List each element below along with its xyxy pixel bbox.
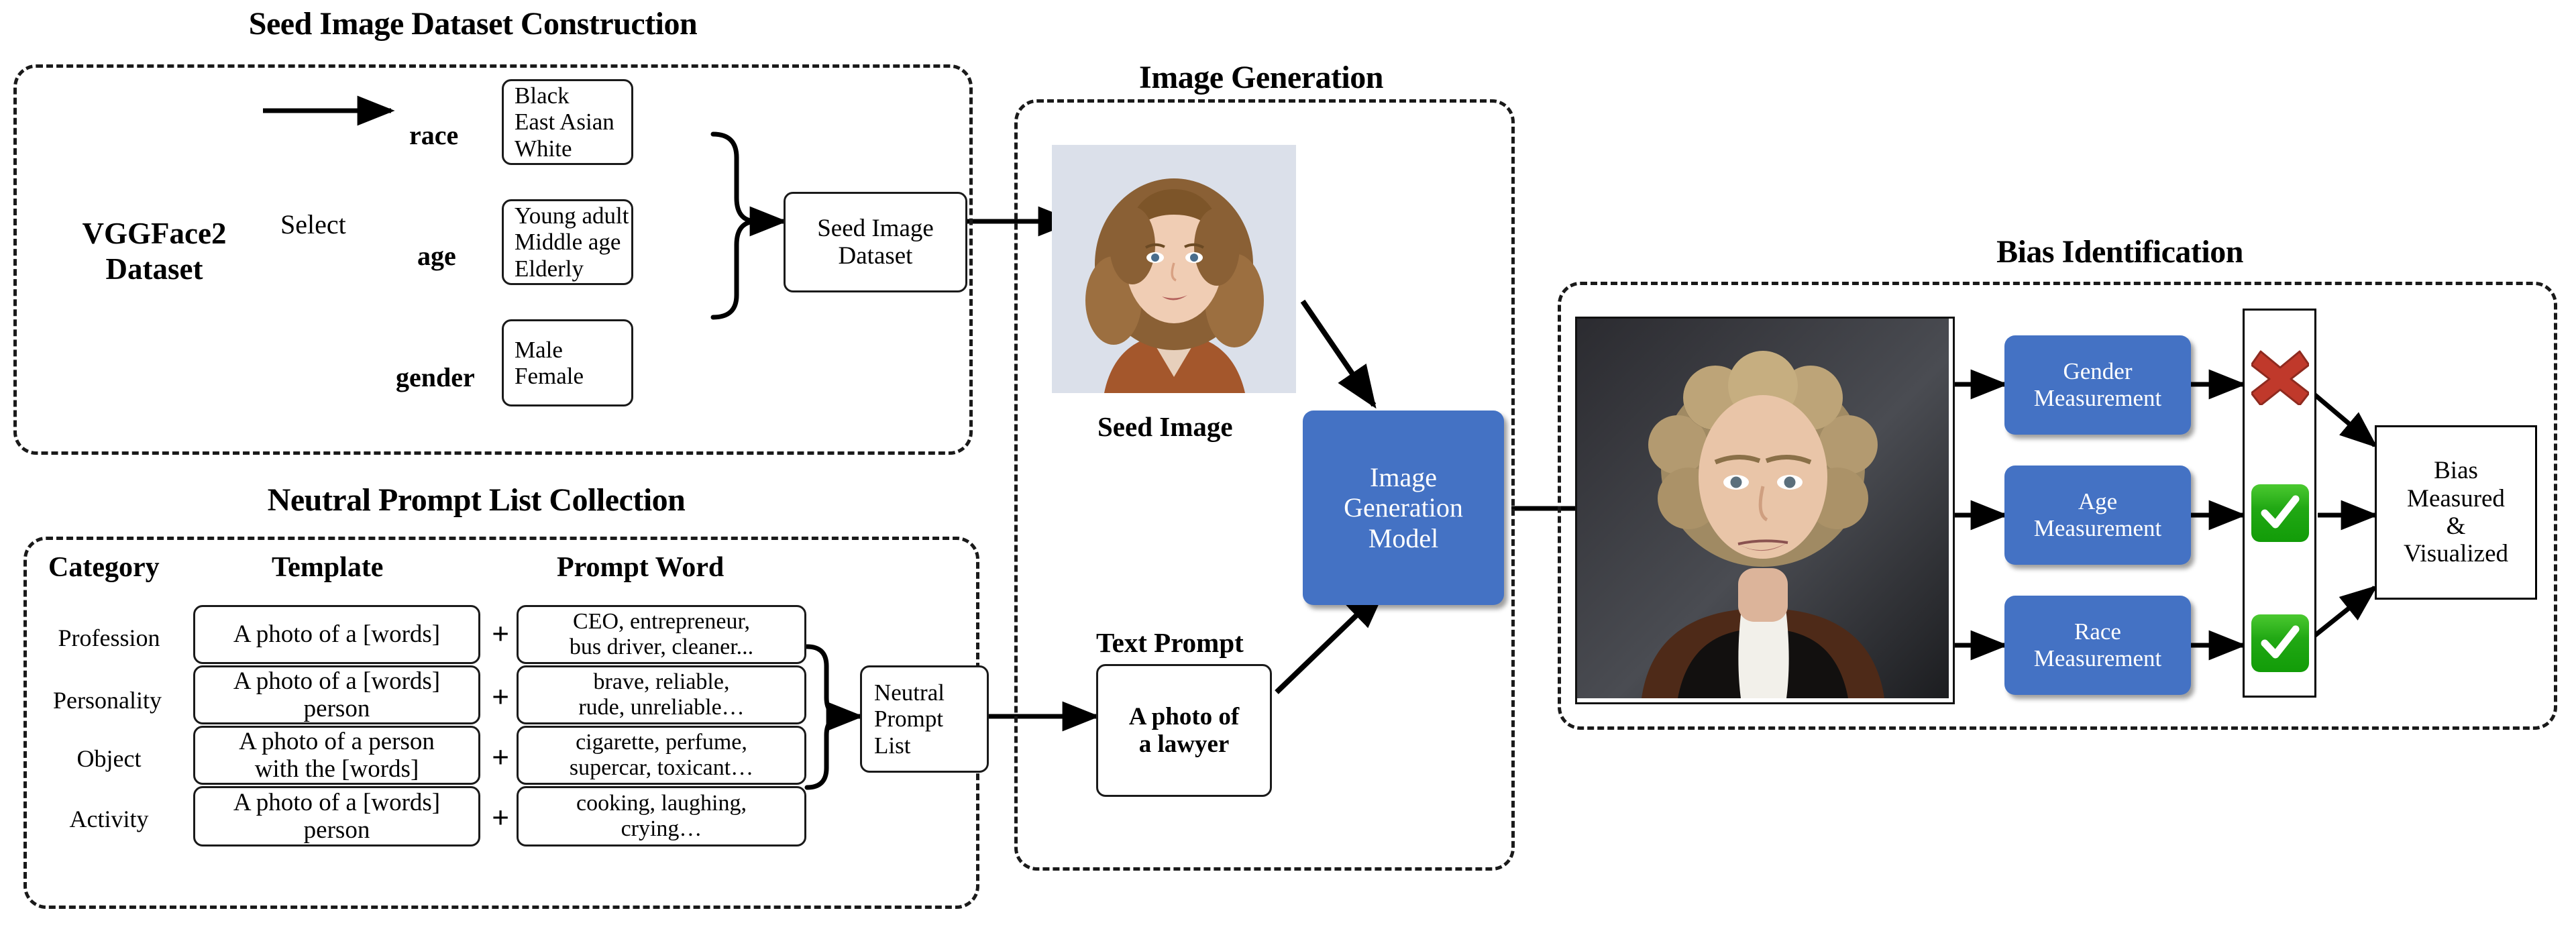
prompt-word-box-personality: brave, reliable, rude, unreliable… [517, 665, 806, 724]
attribute-value: Middle age [515, 229, 621, 256]
image-generation-model-box: Image Generation Model [1303, 411, 1504, 605]
prompt-word-line: crying… [621, 816, 702, 841]
attribute-value: Black [515, 83, 570, 109]
prompt-word-line: cooking, laughing, [576, 790, 747, 816]
column-header-template: Template [272, 552, 384, 583]
source-dataset-label: VGGFace2 Dataset [64, 216, 245, 287]
panel-prompt-collection [23, 537, 979, 909]
section-title-prompts: Neutral Prompt List Collection [267, 482, 686, 518]
template-line: person [303, 695, 370, 722]
template-line: person [303, 816, 370, 844]
seed-dataset-line2: Dataset [838, 242, 913, 270]
attribute-box-gender: Male Female [502, 319, 633, 406]
seed-image-caption: Seed Image [1097, 411, 1233, 442]
template-box-object: A photo of a person with the [words] [193, 726, 480, 785]
template-box-personality: A photo of a [words] person [193, 665, 480, 724]
result-line4: Visualized [2403, 540, 2508, 568]
attribute-value: Female [515, 363, 584, 389]
row-label-activity: Activity [69, 806, 149, 832]
prompt-word-box-object: cigarette, perfume, supercar, toxicant… [517, 726, 806, 785]
neutral-list-line2: Prompt [874, 706, 944, 732]
result-line1: Bias [2434, 457, 2478, 485]
text-prompt-caption: Text Prompt [1096, 627, 1244, 658]
edge-label-select: Select [280, 209, 346, 239]
neutral-list-line3: List [874, 732, 911, 759]
operator-plus: + [492, 800, 510, 834]
section-title-bias: Bias Identification [1996, 234, 2243, 270]
measurement-line1: Gender [2063, 358, 2133, 385]
template-line: A photo of a [words] [233, 620, 441, 649]
section-title-generation: Image Generation [1139, 60, 1383, 95]
column-header-prompt-word: Prompt Word [557, 552, 724, 583]
prompt-word-line: cigarette, perfume, [576, 729, 747, 755]
operator-plus: + [492, 616, 510, 651]
figure-canvas: Seed Image Dataset Construction VGGFace2… [0, 0, 2576, 929]
measurement-line2: Measurement [2033, 645, 2162, 671]
operator-plus: + [492, 679, 510, 714]
text-prompt-line2: a lawyer [1138, 730, 1230, 758]
measurement-line2: Measurement [2033, 515, 2162, 541]
source-dataset-line1: VGGFace2 [82, 217, 227, 250]
prompt-word-line: brave, reliable, [593, 669, 730, 694]
result-line2: Measured [2407, 484, 2505, 512]
bias-result-box: Bias Measured & Visualized [2375, 425, 2537, 600]
measurement-box-gender: Gender Measurement [2004, 335, 2191, 435]
model-line3: Model [1368, 523, 1439, 553]
neutral-prompt-list-box: Neutral Prompt List [860, 665, 989, 773]
column-header-category: Category [48, 552, 160, 583]
template-box-activity: A photo of a [words] person [193, 786, 480, 846]
source-dataset-line2: Dataset [105, 252, 203, 286]
prompt-word-line: bus driver, cleaner... [569, 635, 754, 659]
template-line: with the [words] [254, 755, 419, 783]
attribute-value: White [515, 135, 572, 162]
template-box-profession: A photo of a [words] [193, 605, 480, 664]
section-title-seed: Seed Image Dataset Construction [248, 6, 698, 42]
measurement-line2: Measurement [2033, 385, 2162, 411]
cross-icon [2250, 347, 2310, 406]
row-label-profession: Profession [58, 624, 160, 651]
prompt-word-box-profession: CEO, entrepreneur, bus driver, cleaner..… [517, 605, 806, 664]
row-label-object: Object [76, 745, 142, 772]
template-line: A photo of a [words] [233, 788, 441, 816]
measurement-box-age: Age Measurement [2004, 466, 2191, 565]
row-label-personality: Personality [53, 687, 162, 714]
attribute-label-race: race [409, 120, 459, 150]
generated-image-photo [1575, 317, 1955, 704]
text-prompt-line1: A photo of [1128, 702, 1240, 730]
attribute-value: Male [515, 336, 563, 363]
neutral-list-line1: Neutral [874, 679, 945, 706]
check-icon [2251, 484, 2309, 542]
result-line3: & [2446, 512, 2466, 540]
prompt-word-box-activity: cooking, laughing, crying… [517, 786, 806, 846]
template-line: A photo of a [words] [233, 667, 441, 695]
operator-plus: + [492, 740, 510, 774]
attribute-box-age: Young adult Middle age Elderly [502, 199, 633, 285]
attribute-label-gender: gender [396, 362, 475, 392]
seed-image-dataset-box: Seed Image Dataset [784, 192, 967, 292]
prompt-word-line: supercar, toxicant… [569, 755, 754, 780]
attribute-box-race: Black East Asian White [502, 79, 633, 165]
template-line: A photo of a person [239, 727, 435, 755]
text-prompt-box: A photo of a lawyer [1096, 664, 1272, 797]
prompt-word-line: rude, unreliable… [578, 695, 745, 720]
attribute-value: Young adult [515, 203, 629, 229]
check-icon [2251, 614, 2309, 672]
attribute-value: East Asian [515, 109, 614, 135]
attribute-value: Elderly [515, 255, 584, 282]
measurement-line1: Race [2074, 618, 2121, 645]
seed-dataset-line1: Seed Image [817, 214, 934, 242]
prompt-word-line: CEO, entrepreneur, [573, 608, 750, 634]
model-line2: Generation [1344, 492, 1463, 523]
seed-image-photo [1052, 145, 1296, 393]
measurement-line1: Age [2078, 488, 2118, 515]
measurement-box-race: Race Measurement [2004, 596, 2191, 695]
attribute-label-age: age [417, 241, 456, 271]
model-line1: Image [1370, 461, 1437, 492]
